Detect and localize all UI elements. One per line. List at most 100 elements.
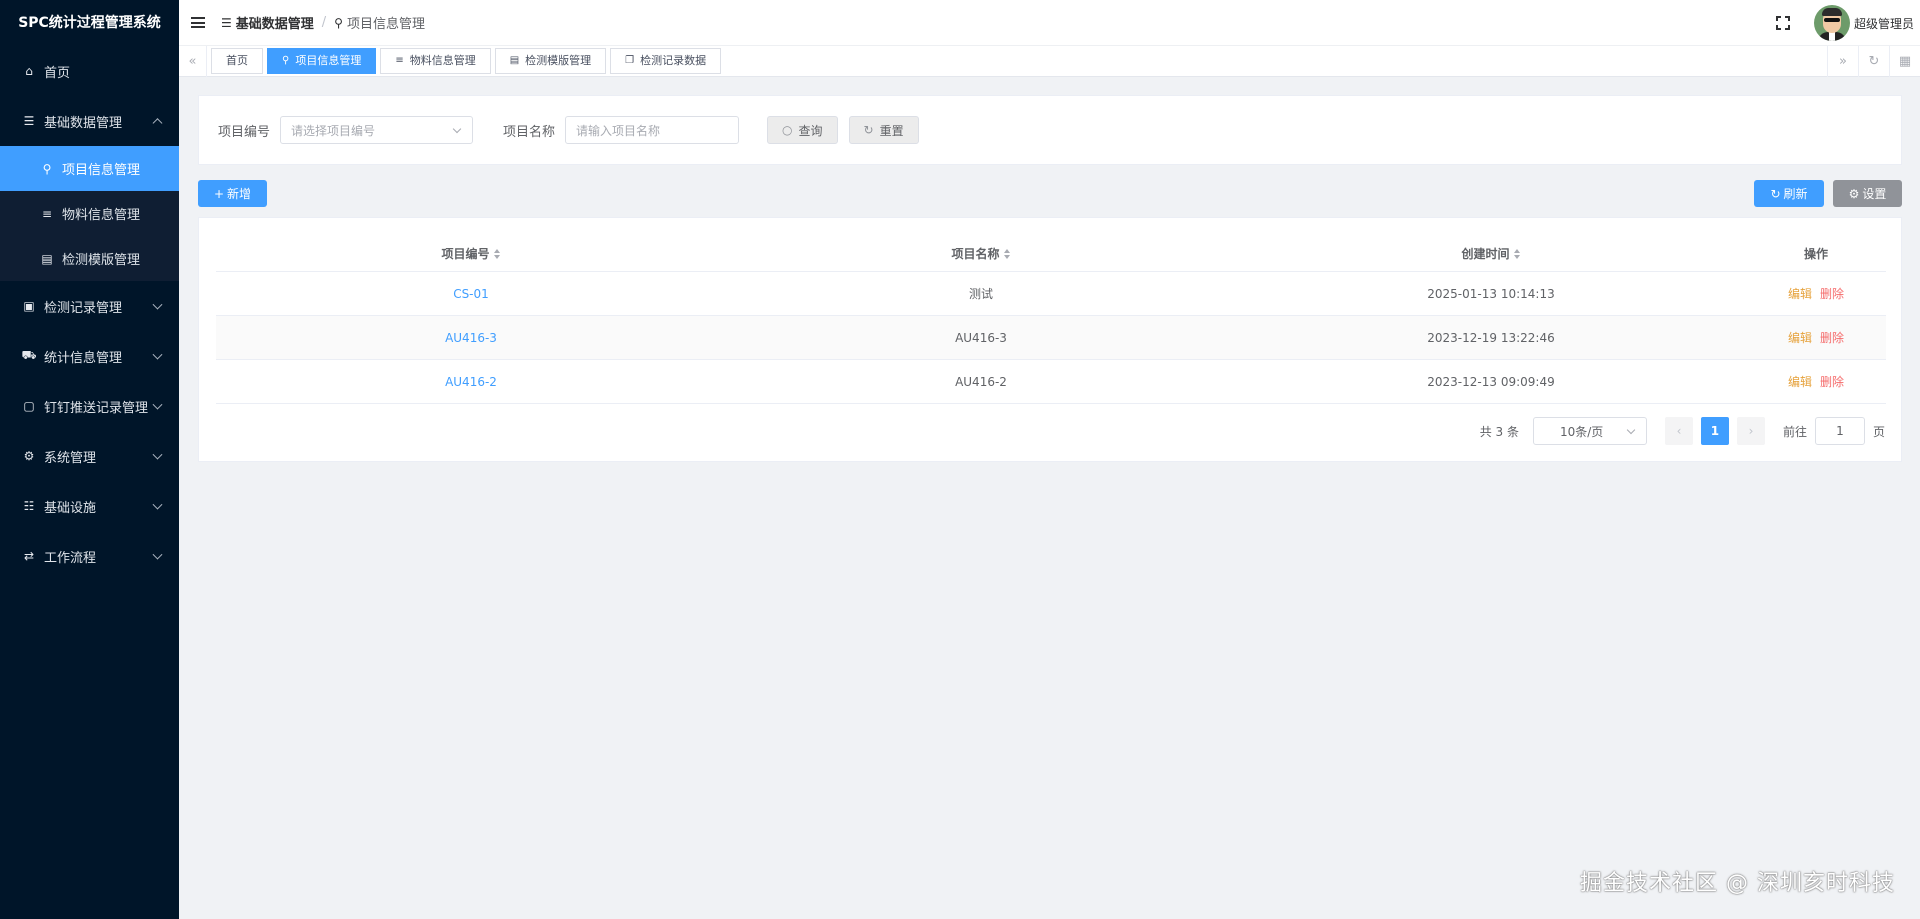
sidebar-item-statistics[interactable]: ⛟ 统计信息管理 bbox=[0, 331, 179, 381]
pagination: 共 3 条 10条/页 ‹ 1 › 前往 1 页 bbox=[1480, 417, 1885, 445]
project-code-link[interactable]: AU416-3 bbox=[445, 331, 497, 345]
flow-icon: ⇄ bbox=[23, 549, 35, 563]
edit-link[interactable]: 编辑 bbox=[1788, 287, 1812, 301]
sidebar-item-basic-data[interactable]: ☰ 基础数据管理 bbox=[0, 96, 179, 146]
reset-button[interactable]: ↻ 重置 bbox=[848, 116, 919, 144]
project-code-select[interactable]: 请选择项目编号 bbox=[280, 116, 474, 144]
database-icon: ≡ bbox=[395, 55, 404, 66]
sort-icon[interactable] bbox=[1513, 249, 1521, 259]
button-label: 刷新 bbox=[1783, 187, 1808, 201]
tag-home[interactable]: 首页 bbox=[211, 48, 263, 74]
double-chevron-left-icon[interactable]: « bbox=[179, 45, 207, 77]
gear-icon: ⚙ bbox=[23, 449, 35, 463]
sidebar-item-home[interactable]: ⌂ 首页 bbox=[0, 46, 179, 96]
column-header-code[interactable]: 项目编号 bbox=[216, 245, 726, 262]
prev-page-button[interactable]: ‹ bbox=[1664, 417, 1693, 445]
tag-label: 物料信息管理 bbox=[409, 54, 476, 67]
sidebar-item-system[interactable]: ⚙ 系统管理 bbox=[0, 431, 179, 481]
project-code-link[interactable]: AU416-2 bbox=[445, 375, 497, 389]
column-header-name[interactable]: 项目名称 bbox=[726, 245, 1236, 262]
sidebar-item-label: 物料信息管理 bbox=[62, 208, 141, 223]
file-icon: ▢ bbox=[23, 399, 35, 413]
sidebar-item-material-info[interactable]: ≡ 物料信息管理 bbox=[0, 191, 179, 236]
column-header-created[interactable]: 创建时间 bbox=[1236, 245, 1746, 262]
cart-icon: ⛟ bbox=[21, 348, 37, 362]
sidebar-item-label: 统计信息管理 bbox=[44, 350, 123, 366]
chevron-down-icon bbox=[152, 299, 163, 310]
delete-link[interactable]: 删除 bbox=[1820, 331, 1844, 345]
sidebar-item-label: 系统管理 bbox=[44, 450, 97, 466]
refresh-button[interactable]: ↻ 刷新 bbox=[1754, 180, 1824, 207]
tag-label: 首页 bbox=[226, 54, 248, 67]
breadcrumb-item[interactable]: ☰ 基础数据管理 bbox=[221, 13, 314, 33]
page-number-button[interactable]: 1 bbox=[1700, 417, 1729, 445]
sidebar-item-infrastructure[interactable]: ☷ 基础设施 bbox=[0, 481, 179, 531]
sort-icon[interactable] bbox=[1003, 249, 1011, 259]
page-suffix: 页 bbox=[1872, 424, 1885, 439]
grid-icon[interactable]: ▦ bbox=[1889, 46, 1920, 77]
double-chevron-right-icon[interactable]: » bbox=[1827, 46, 1858, 77]
add-button[interactable]: + 新增 bbox=[198, 180, 267, 207]
chevron-down-icon bbox=[1626, 425, 1636, 435]
search-panel: 项目编号 请选择项目编号 项目名称 请输入项目名称 ○ 查询 ↻ 重置 bbox=[198, 95, 1902, 165]
chevron-down-icon bbox=[452, 124, 462, 134]
button-label: 新增 bbox=[227, 187, 252, 201]
sort-icon[interactable] bbox=[493, 249, 501, 259]
sidebar-item-inspection-records[interactable]: ▣ 检测记录管理 bbox=[0, 281, 179, 331]
query-button[interactable]: ○ 查询 bbox=[767, 116, 838, 144]
page-size-select[interactable]: 10条/页 bbox=[1532, 417, 1647, 445]
fullscreen-icon[interactable] bbox=[1775, 16, 1790, 30]
column-label: 项目名称 bbox=[951, 246, 1000, 261]
watermark: 掘金技术社区 @ 深圳亥时科技 bbox=[1580, 871, 1895, 896]
total-count: 共 3 条 bbox=[1479, 424, 1519, 439]
search-icon: ○ bbox=[782, 123, 793, 137]
project-icon: ⚲ bbox=[42, 161, 52, 176]
plus-icon: + bbox=[213, 186, 225, 201]
tag-inspection-data[interactable]: ❐ 检测记录数据 bbox=[610, 48, 722, 74]
column-label: 操作 bbox=[1803, 246, 1828, 261]
button-label: 设置 bbox=[1862, 187, 1887, 201]
edit-link[interactable]: 编辑 bbox=[1788, 331, 1812, 345]
tag-material-info[interactable]: ≡ 物料信息管理 bbox=[380, 48, 491, 74]
goto-page-input[interactable]: 1 bbox=[1814, 417, 1865, 445]
delete-link[interactable]: 删除 bbox=[1820, 287, 1844, 301]
page-size-value: 10条/页 bbox=[1559, 424, 1604, 439]
refresh-icon[interactable]: ↻ bbox=[1858, 46, 1889, 77]
sidebar: SPC统计过程管理系统 ⌂ 首页 ☰ 基础数据管理 ⚲ 项目信息管理 ≡ 物料信… bbox=[0, 0, 179, 919]
table-row: AU416-3 AU416-3 2023-12-19 13:22:46 编辑 删除 bbox=[216, 316, 1886, 360]
sidebar-item-workflow[interactable]: ⇄ 工作流程 bbox=[0, 531, 179, 581]
sidebar-item-label: 检测模版管理 bbox=[62, 253, 141, 268]
app-title: SPC统计过程管理系统 bbox=[18, 15, 161, 31]
breadcrumb-label: 基础数据管理 bbox=[235, 17, 314, 32]
project-code-link[interactable]: CS-01 bbox=[453, 287, 489, 301]
column-header-actions: 操作 bbox=[1746, 245, 1886, 262]
hamburger-icon[interactable] bbox=[191, 17, 205, 28]
list-icon: ☷ bbox=[23, 499, 35, 513]
delete-link[interactable]: 删除 bbox=[1820, 375, 1844, 389]
edit-link[interactable]: 编辑 bbox=[1788, 375, 1812, 389]
refresh-icon: ↻ bbox=[1770, 186, 1781, 201]
breadcrumb-separator: / bbox=[321, 15, 327, 30]
table-header: 项目编号 项目名称 创建时间 操作 bbox=[216, 235, 1886, 272]
goto-label: 前往 bbox=[1782, 424, 1807, 439]
header-right: 超级管理员 bbox=[1775, 0, 1920, 46]
tag-template[interactable]: ▤ 检测模版管理 bbox=[494, 48, 607, 74]
home-icon: ⌂ bbox=[25, 64, 33, 78]
tag-project-info[interactable]: ⚲ 项目信息管理 bbox=[267, 48, 377, 74]
created-time-cell: 2025-01-13 10:14:13 bbox=[1427, 286, 1555, 301]
username[interactable]: 超级管理员 bbox=[1854, 15, 1914, 32]
chevron-down-icon bbox=[152, 349, 163, 360]
project-name-input[interactable]: 请输入项目名称 bbox=[565, 116, 740, 144]
clipboard-icon: ▣ bbox=[23, 299, 35, 313]
project-icon: ⚲ bbox=[282, 55, 290, 66]
chevron-down-icon bbox=[152, 549, 163, 560]
sidebar-item-label: 检测记录管理 bbox=[44, 300, 123, 316]
sidebar-item-template[interactable]: ▤ 检测模版管理 bbox=[0, 236, 179, 281]
chevron-down-icon bbox=[152, 499, 163, 510]
next-page-button[interactable]: › bbox=[1736, 417, 1765, 445]
settings-button[interactable]: ⚙ 设置 bbox=[1833, 180, 1902, 207]
avatar[interactable] bbox=[1813, 5, 1850, 41]
breadcrumb-label: 项目信息管理 bbox=[346, 17, 425, 32]
sidebar-item-dingtalk[interactable]: ▢ 钉钉推送记录管理 bbox=[0, 381, 179, 431]
sidebar-item-project-info[interactable]: ⚲ 项目信息管理 bbox=[0, 146, 179, 191]
